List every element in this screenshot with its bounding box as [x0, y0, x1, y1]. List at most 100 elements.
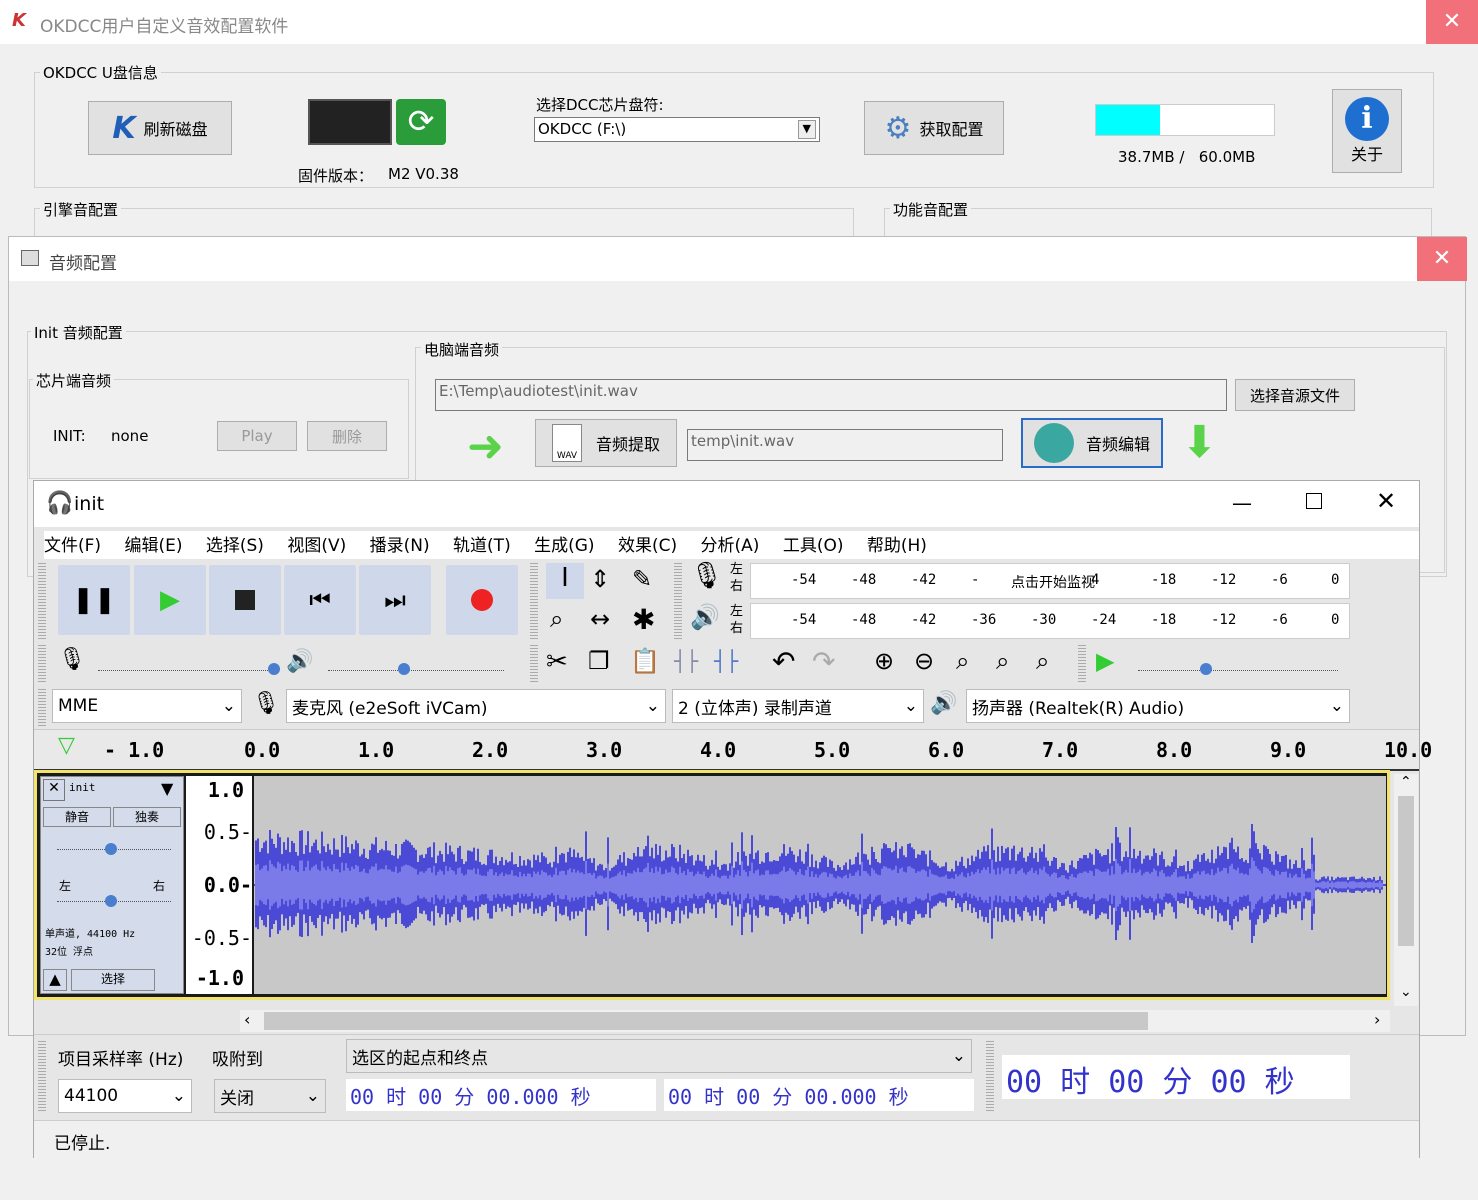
- selection-end-time[interactable]: 00 时 00 分 00.000 秒: [664, 1079, 974, 1111]
- vertical-scrollbar[interactable]: ⌃ ⌄: [1394, 774, 1418, 1006]
- scroll-down-icon[interactable]: ⌄: [1400, 984, 1412, 1000]
- zoom-out-icon[interactable]: ⊖: [914, 647, 934, 675]
- copy-icon[interactable]: ❐: [588, 647, 610, 675]
- choose-file-button[interactable]: 选择音源文件: [1235, 379, 1355, 411]
- record-button[interactable]: [446, 565, 518, 635]
- channels-select[interactable]: 2 (立体声) 录制声道 ⌄: [672, 689, 924, 723]
- slider-thumb[interactable]: [1200, 663, 1212, 675]
- record-meter[interactable]: -54 -48 -42 - 点击开始监视 4 -18 -12 -6 0: [750, 563, 1350, 599]
- envelope-tool-icon[interactable]: ⇕: [590, 565, 610, 593]
- play-meter[interactable]: -54 -48 -42 -36 -30 -24 -18 -12 -6 0: [750, 603, 1350, 639]
- about-button[interactable]: i 关于: [1332, 89, 1402, 173]
- selection-grip[interactable]: [38, 1041, 46, 1113]
- play-button[interactable]: Play: [217, 421, 297, 451]
- select-tool-icon[interactable]: I: [546, 563, 584, 599]
- get-config-button[interactable]: ⚙ 获取配置: [864, 101, 1004, 155]
- selection-start-time[interactable]: 00 时 00 分 00.000 秒: [346, 1079, 656, 1111]
- mixer-grip[interactable]: [38, 645, 46, 683]
- fit-project-icon[interactable]: ⌕: [996, 647, 1009, 675]
- slider-thumb[interactable]: [105, 843, 117, 855]
- audio-edit-button[interactable]: 音频编辑: [1021, 418, 1163, 468]
- speaker-select[interactable]: 扬声器 (Realtek(R) Audio) ⌄: [966, 689, 1350, 723]
- snap-select[interactable]: 关闭 ⌄: [214, 1079, 326, 1113]
- file-path-field[interactable]: E:\Temp\audiotest\init.wav: [435, 379, 1227, 411]
- multi-tool-icon[interactable]: ✱: [632, 603, 655, 636]
- selection-mode-select[interactable]: 选区的起点和终点 ⌄: [346, 1039, 972, 1073]
- mic-icon[interactable]: 🎙: [690, 561, 723, 591]
- waveform[interactable]: [254, 776, 1386, 994]
- pan-slider[interactable]: [57, 895, 171, 907]
- track-select-button[interactable]: 选择: [71, 969, 155, 991]
- menu-file[interactable]: 文件(F): [44, 536, 101, 556]
- track-name[interactable]: init: [69, 781, 96, 794]
- menu-tracks[interactable]: 轨道(T): [453, 536, 511, 556]
- timeline[interactable]: - 1.0 0.0 1.0 2.0 3.0 4.0 5.0 6.0 7.0 8.0 9.0 10.0: [34, 729, 1432, 771]
- audio-position-time[interactable]: 00 时 00 分 00 秒: [1002, 1055, 1350, 1100]
- fit-selection-icon[interactable]: ⌕: [956, 647, 969, 675]
- menu-select[interactable]: 选择(S): [206, 536, 264, 556]
- menu-analyze[interactable]: 分析(A): [701, 536, 760, 556]
- close-icon[interactable]: ✕: [1376, 487, 1396, 515]
- menu-effect[interactable]: 效果(C): [618, 536, 677, 556]
- scroll-left-icon[interactable]: ‹: [244, 1010, 250, 1029]
- temp-path-field[interactable]: temp\init.wav: [687, 429, 1003, 461]
- edit-grip[interactable]: [530, 645, 538, 683]
- scroll-right-icon[interactable]: ›: [1374, 1010, 1380, 1029]
- transport-grip[interactable]: [38, 563, 46, 639]
- zoom-tool-icon[interactable]: ⌕: [550, 605, 563, 633]
- play-head-icon[interactable]: ▽: [58, 733, 75, 758]
- scroll-up-icon[interactable]: ⌃: [1400, 774, 1412, 790]
- playback-volume-slider[interactable]: [328, 657, 504, 675]
- gain-slider[interactable]: [57, 843, 171, 855]
- time-grip[interactable]: [986, 1041, 994, 1113]
- track-close-icon[interactable]: ✕: [43, 779, 65, 801]
- audio-config-close-button[interactable]: ✕: [1417, 237, 1467, 281]
- rate-select[interactable]: 44100 ⌄: [58, 1079, 192, 1113]
- scroll-thumb[interactable]: [264, 1012, 1148, 1030]
- menu-help[interactable]: 帮助(H): [867, 536, 927, 556]
- minimize-icon[interactable]: —: [1232, 491, 1252, 515]
- track-menu-icon[interactable]: ▼: [161, 779, 173, 798]
- collapse-icon[interactable]: ▲: [43, 969, 67, 991]
- pause-button[interactable]: ❚❚: [58, 565, 130, 635]
- extract-button[interactable]: WAV 音频提取: [535, 419, 677, 467]
- playspeed-grip[interactable]: [1078, 645, 1086, 683]
- cut-icon[interactable]: ✂: [546, 647, 568, 677]
- mic-select[interactable]: 麦克风 (e2eSoft iVCam) ⌄: [286, 689, 666, 723]
- menu-generate[interactable]: 生成(G): [534, 536, 594, 556]
- draw-tool-icon[interactable]: ✎: [632, 565, 652, 593]
- zoom-toggle-icon[interactable]: ⌕: [1036, 647, 1049, 675]
- delete-button[interactable]: 删除: [307, 421, 387, 451]
- skip-start-button[interactable]: ⏮: [284, 565, 356, 635]
- menu-view[interactable]: 视图(V): [287, 536, 346, 556]
- host-select[interactable]: MME ⌄: [52, 689, 242, 723]
- solo-button[interactable]: 独奏: [113, 807, 181, 827]
- undo-icon[interactable]: ↶: [772, 645, 795, 678]
- zoom-in-icon[interactable]: ⊕: [874, 647, 894, 675]
- tools-grip[interactable]: [530, 563, 538, 639]
- timeshift-tool-icon[interactable]: ↔: [590, 605, 610, 633]
- play-speed-slider[interactable]: [1138, 657, 1338, 675]
- stop-button[interactable]: [209, 565, 281, 635]
- skip-end-button[interactable]: ⏭: [359, 565, 431, 635]
- scroll-thumb[interactable]: [1398, 796, 1414, 946]
- meter-grip[interactable]: [674, 563, 682, 639]
- redo-icon[interactable]: ↷: [812, 645, 835, 678]
- maximize-icon[interactable]: [1306, 493, 1322, 509]
- sync-icon[interactable]: ⟳: [396, 99, 446, 145]
- paste-icon[interactable]: 📋: [630, 647, 660, 675]
- refresh-disk-button[interactable]: K 刷新磁盘: [88, 101, 232, 155]
- horizontal-scrollbar[interactable]: ‹ ›: [240, 1010, 1390, 1032]
- mute-button[interactable]: 静音: [43, 807, 111, 827]
- speaker-icon[interactable]: 🔊: [690, 603, 720, 631]
- menu-edit[interactable]: 编辑(E): [124, 536, 182, 556]
- slider-thumb[interactable]: [105, 895, 117, 907]
- slider-thumb[interactable]: [398, 663, 410, 675]
- main-close-button[interactable]: ✕: [1426, 0, 1478, 44]
- slider-thumb[interactable]: [268, 663, 280, 675]
- silence-icon[interactable]: ┤├: [714, 649, 738, 673]
- play-at-speed-icon[interactable]: ▶: [1096, 647, 1114, 675]
- record-volume-slider[interactable]: [98, 657, 280, 675]
- drive-select[interactable]: OKDCC (F:\) ▼: [534, 117, 820, 142]
- menu-transport[interactable]: 播录(N): [370, 536, 430, 556]
